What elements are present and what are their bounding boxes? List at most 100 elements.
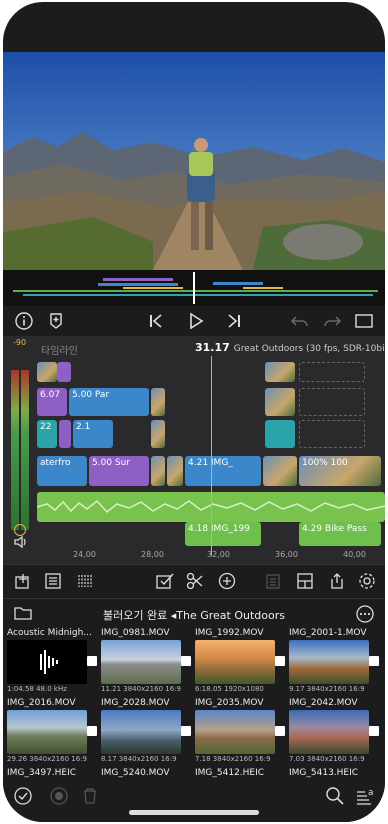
undo-icon[interactable]	[287, 308, 313, 334]
clip-thumb[interactable]	[167, 456, 183, 486]
media-item-name: Acoustic Midnigh...	[7, 628, 92, 638]
media-item-meta: 9.17 3840x2160 16:9	[289, 685, 365, 693]
media-item[interactable]: IMG_1992.MOV 6:18.05 1920x1080	[195, 628, 287, 698]
transport-bar	[3, 306, 385, 336]
media-browser-header: 불러오기 완료 ◂The Great Outdoors	[3, 598, 385, 628]
add-marker-icon[interactable]	[43, 308, 69, 334]
timeline-playhead[interactable]	[211, 356, 212, 556]
search-icon[interactable]	[325, 786, 345, 810]
empty-slot[interactable]	[299, 388, 365, 416]
media-item[interactable]: Acoustic Midnigh... 1:04.58 48.0 kHz	[7, 628, 99, 698]
media-item[interactable]: IMG_2028.MOV 8.17 3840x2160 16:9	[101, 698, 193, 768]
preview-frame	[3, 52, 385, 270]
clip[interactable]	[265, 420, 295, 448]
clip-thumb[interactable]	[57, 362, 71, 382]
clip-thumb[interactable]	[151, 388, 165, 416]
media-item-meta: 11.21 3840x2160 16:9	[101, 685, 181, 693]
record-icon[interactable]	[49, 786, 69, 810]
media-browser-title[interactable]: 불러오기 완료 ◂The Great Outdoors	[3, 607, 385, 623]
more-icon[interactable]	[355, 604, 375, 628]
empty-slot[interactable]	[299, 362, 365, 382]
clip[interactable]: 6.07	[37, 388, 67, 416]
media-item[interactable]: IMG_3497.HEIC	[7, 768, 99, 782]
timeline-panel[interactable]: -90 타임라인 31.17 Great Outdoors (30 fps, SD…	[3, 336, 385, 564]
ruler-tick: 24,00	[73, 550, 96, 559]
list-icon[interactable]	[41, 569, 65, 593]
empty-slot[interactable]	[299, 420, 365, 448]
clip-thumb[interactable]	[37, 362, 57, 382]
clip[interactable]: 2.1	[73, 420, 113, 448]
audio-clip[interactable]: 4.29 Bike Pass	[299, 522, 381, 546]
video-badge-icon	[181, 656, 191, 666]
clipboard-icon[interactable]	[261, 569, 285, 593]
audio-clip[interactable]: 4.18 IMG_199	[185, 522, 261, 546]
import-icon[interactable]	[11, 569, 35, 593]
media-item-name: IMG_5413.HEIC	[289, 768, 359, 778]
edit-toolbar	[3, 564, 385, 596]
select-icon[interactable]	[153, 569, 177, 593]
video-thumbnail	[101, 640, 181, 684]
media-item[interactable]: IMG_0981.MOV 11.21 3840x2160 16:9	[101, 628, 193, 698]
trash-icon[interactable]	[81, 786, 99, 810]
app-window: -90 타임라인 31.17 Great Outdoors (30 fps, SD…	[3, 2, 385, 822]
timeline-info: 31.17Great Outdoors (30 fps, SDR-10bit) …	[195, 341, 385, 354]
clip-thumb[interactable]	[151, 420, 165, 448]
clip-thumb[interactable]	[263, 456, 297, 486]
media-item-name: IMG_5412.HEIC	[195, 768, 265, 778]
timeline-duration: 31.17	[195, 341, 230, 354]
media-item-meta: 29.26 3840x2160 16:9	[7, 755, 87, 763]
media-item-name: IMG_2042.MOV	[289, 698, 358, 708]
clip[interactable]: 22	[37, 420, 57, 448]
media-item-meta: 8.17 3840x2160 16:9	[101, 755, 177, 763]
media-item-meta: 7.18 3840x2160 16:9	[195, 755, 271, 763]
clip[interactable]: 4.21 IMG_	[185, 456, 261, 486]
clip-thumb[interactable]	[265, 362, 295, 382]
home-indicator[interactable]	[129, 810, 259, 815]
skip-back-icon[interactable]	[143, 308, 169, 334]
clip[interactable]: aterfro	[37, 456, 87, 486]
media-item[interactable]: IMG_5240.MOV	[101, 768, 193, 782]
fullscreen-icon[interactable]	[351, 308, 377, 334]
audio-level-meter: -90	[9, 338, 33, 536]
media-item-name: IMG_2001-1.MOV	[289, 628, 367, 638]
layout-icon[interactable]	[293, 569, 317, 593]
media-item[interactable]: IMG_2001-1.MOV 9.17 3840x2160 16:9	[289, 628, 381, 698]
clip[interactable]: 5.00 Par	[69, 388, 149, 416]
video-thumbnail	[195, 710, 275, 754]
redo-icon[interactable]	[319, 308, 345, 334]
media-item[interactable]: IMG_2035.MOV 7.18 3840x2160 16:9	[195, 698, 287, 768]
checkmark-icon[interactable]	[13, 786, 33, 810]
share-icon[interactable]	[325, 569, 349, 593]
svg-text:a: a	[368, 788, 374, 798]
play-icon[interactable]	[183, 308, 209, 334]
media-item[interactable]: IMG_2042.MOV 7.03 3840x2160 16:9	[289, 698, 381, 768]
info-icon[interactable]	[11, 308, 37, 334]
scissors-icon[interactable]	[183, 569, 207, 593]
video-thumbnail	[195, 640, 275, 684]
media-item[interactable]: IMG_5413.HEIC	[289, 768, 381, 782]
video-badge-icon	[275, 726, 285, 736]
clip-thumb[interactable]	[265, 388, 295, 416]
video-thumbnail	[289, 640, 369, 684]
media-item[interactable]: IMG_5412.HEIC	[195, 768, 287, 782]
video-preview[interactable]	[3, 52, 385, 270]
skip-forward-icon[interactable]	[221, 308, 247, 334]
overview-playhead[interactable]	[193, 272, 195, 304]
ruler-tick: 36,00	[275, 550, 298, 559]
grid-icon[interactable]	[73, 569, 97, 593]
speaker-badge-icon	[87, 656, 97, 666]
media-item-meta: 1:04.58 48.0 kHz	[7, 685, 67, 693]
add-icon[interactable]	[215, 569, 239, 593]
video-thumbnail	[289, 710, 369, 754]
video-thumbnail	[7, 710, 87, 754]
clip[interactable]: 100% 100	[299, 456, 381, 486]
clip[interactable]	[59, 420, 71, 448]
clip-thumb[interactable]	[151, 456, 165, 486]
sort-icon[interactable]: a	[355, 786, 377, 810]
media-item-name: IMG_3497.HEIC	[7, 768, 77, 778]
media-item-name: IMG_0981.MOV	[101, 628, 170, 638]
media-item[interactable]: IMG_2016.MOV 29.26 3840x2160 16:9	[7, 698, 99, 768]
audio-thumbnail	[7, 640, 87, 684]
settings-icon[interactable]	[355, 569, 379, 593]
clip[interactable]: 5.00 Sur	[89, 456, 149, 486]
